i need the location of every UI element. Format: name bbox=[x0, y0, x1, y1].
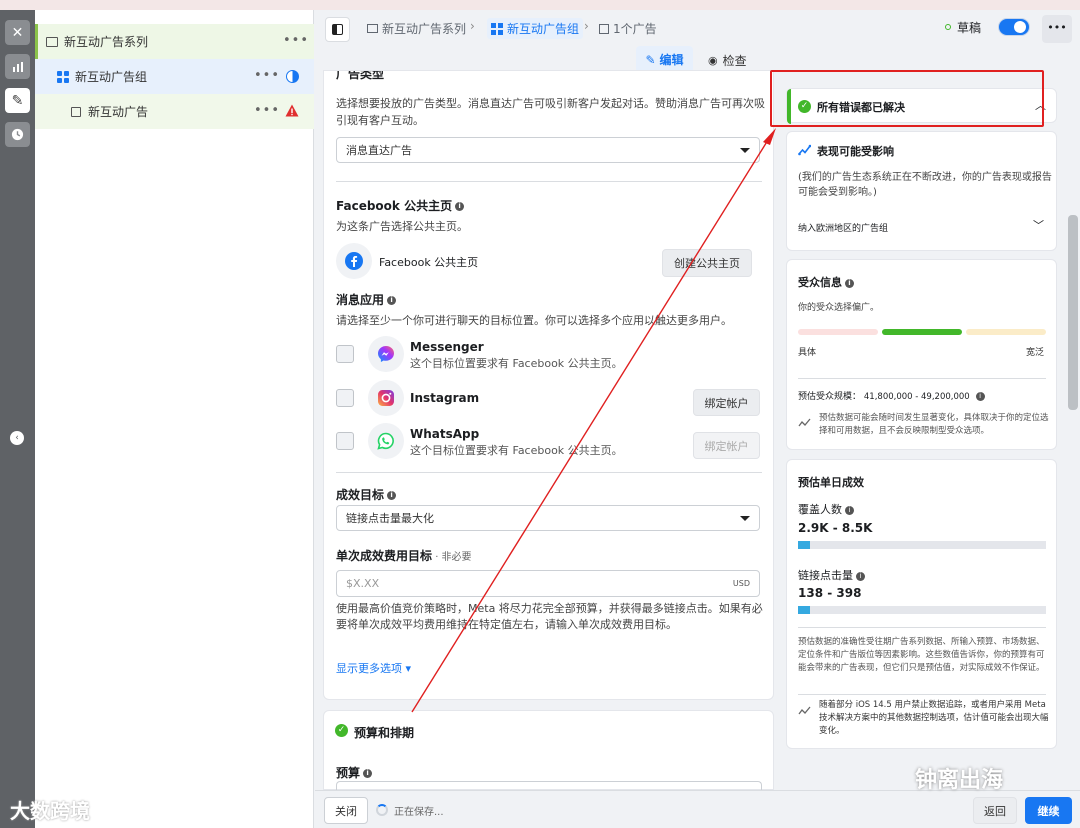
watermark-left: 大数跨境 bbox=[10, 799, 90, 823]
close-button[interactable]: 关闭 bbox=[324, 797, 368, 824]
loading-spinner-icon bbox=[376, 804, 388, 816]
bottom-bar: 关闭 正在保存... 返回 继续 bbox=[315, 790, 1080, 828]
continue-button[interactable]: 继续 bbox=[1025, 797, 1072, 824]
back-button[interactable]: 返回 bbox=[973, 797, 1017, 824]
saving-status: 正在保存... bbox=[394, 807, 444, 818]
watermark-right: 钟离出海 bbox=[915, 768, 1004, 793]
annotation-arrow bbox=[411, 128, 776, 713]
